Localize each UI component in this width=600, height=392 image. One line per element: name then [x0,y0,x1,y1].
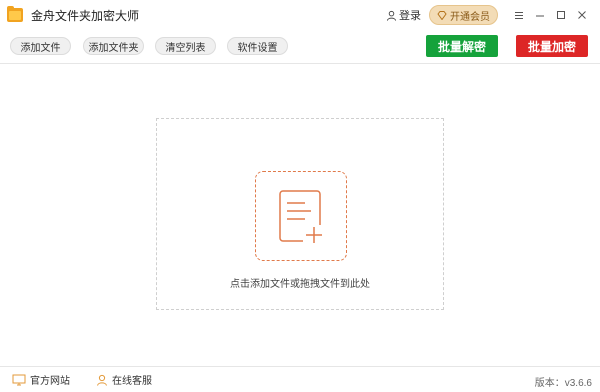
customer-service-icon [97,374,107,386]
diamond-icon [437,10,447,20]
minimize-icon [536,15,544,16]
menu-icon [515,11,523,19]
minimize-button[interactable] [530,5,550,25]
official-website-link[interactable]: 官方网站 [12,372,70,387]
maximize-icon [557,11,565,19]
folder-logo-icon [7,6,23,22]
clear-list-button[interactable]: 清空列表 [155,37,216,55]
footer: 官方网站 在线客服 版本：v3.6.6 [0,366,600,392]
add-file-button[interactable]: 添加文件 [10,37,71,55]
vip-label: 开通会员 [450,11,490,23]
batch-encrypt-button[interactable]: 批量加密 [516,35,588,57]
vip-button[interactable]: 开通会员 [429,5,498,25]
version-label: 版本：v3.6.6 [534,378,592,389]
monitor-icon [12,374,26,385]
official-website-label: 官方网站 [30,376,70,387]
file-drop-zone[interactable]: 点击添加文件或拖拽文件到此处 [156,118,444,310]
add-file-area[interactable] [255,171,347,261]
online-service-label: 在线客服 [112,376,152,387]
add-folder-button[interactable]: 添加文件夹 [83,37,144,55]
menu-button[interactable] [509,5,529,25]
online-service-link[interactable]: 在线客服 [96,372,152,387]
maximize-button[interactable] [551,5,571,25]
login-label: 登录 [399,10,421,22]
close-button[interactable] [572,5,592,25]
app-title: 金舟文件夹加密大师 [31,8,140,23]
batch-decrypt-button[interactable]: 批量解密 [426,35,498,57]
close-icon [578,11,586,19]
toolbar: 添加文件 添加文件夹 清空列表 软件设置 批量解密 批量加密 [0,30,600,64]
title-bar: 金舟文件夹加密大师 登录 开通会员 [0,0,600,30]
login-button[interactable]: 登录 [386,7,421,23]
drop-hint: 点击添加文件或拖拽文件到此处 [230,279,370,290]
add-document-icon [279,190,325,245]
user-icon [386,10,397,21]
title-bar-actions: 登录 开通会员 [386,0,592,30]
settings-button[interactable]: 软件设置 [227,37,288,55]
